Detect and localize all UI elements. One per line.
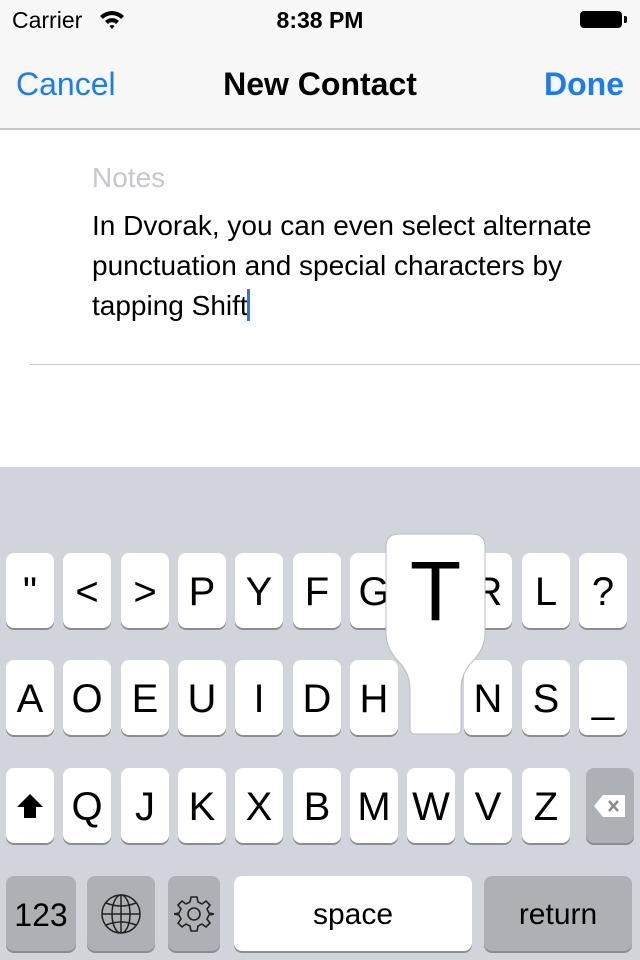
key-row3-5[interactable]: M <box>350 768 398 843</box>
divider <box>30 364 640 365</box>
key-row2-9[interactable]: S <box>522 660 570 735</box>
globe-icon <box>87 893 155 935</box>
key-row1-3[interactable]: P <box>178 553 226 628</box>
navigation-bar: Cancel New Contact Done <box>0 40 640 130</box>
cancel-button[interactable]: Cancel <box>16 66 116 103</box>
key-row1-9[interactable]: L <box>522 553 570 628</box>
done-button[interactable]: Done <box>544 66 624 103</box>
key-row1-5[interactable]: F <box>293 553 341 628</box>
key-row3-0[interactable]: Q <box>63 768 111 843</box>
settings-key[interactable] <box>168 876 220 951</box>
key-row2-2[interactable]: E <box>121 660 169 735</box>
key-row2-3[interactable]: U <box>178 660 226 735</box>
key-row3-2[interactable]: K <box>178 768 226 843</box>
notes-field[interactable]: In Dvorak, you can even select alternate… <box>92 206 612 326</box>
gear-icon <box>168 894 220 934</box>
numbers-key[interactable]: 123 <box>6 876 76 951</box>
backspace-icon <box>586 794 634 818</box>
space-key[interactable]: space <box>234 876 472 951</box>
notes-label: Notes <box>92 162 166 193</box>
text-cursor <box>246 289 250 321</box>
shift-arrow-icon <box>6 792 54 820</box>
key-row2-1[interactable]: O <box>63 660 111 735</box>
globe-key[interactable] <box>87 876 155 951</box>
key-row3-6[interactable]: W <box>407 768 455 843</box>
key-row2-4[interactable]: I <box>235 660 283 735</box>
key-row3-8[interactable]: Z <box>522 768 570 843</box>
clock: 8:38 PM <box>276 7 364 33</box>
key-row1-1[interactable]: < <box>63 553 111 628</box>
key-row2-10[interactable]: _ <box>579 660 627 735</box>
key-popup <box>385 533 486 735</box>
key-row2-0[interactable]: A <box>6 660 54 735</box>
key-row3-3[interactable]: X <box>235 768 283 843</box>
key-row1-0[interactable]: " <box>6 553 54 628</box>
shift-key[interactable] <box>6 768 54 843</box>
key-row2-5[interactable]: D <box>293 660 341 735</box>
key-row3-1[interactable]: J <box>121 768 169 843</box>
key-row3-7[interactable]: V <box>464 768 512 843</box>
key-row1-4[interactable]: Y <box>235 553 283 628</box>
battery-icon <box>580 11 622 28</box>
key-row3-4[interactable]: B <box>293 768 341 843</box>
key-row1-2[interactable]: > <box>121 553 169 628</box>
status-bar: Carrier 8:38 PM <box>0 0 640 40</box>
notes-value: In Dvorak, you can even select alternate… <box>92 210 592 321</box>
key-row1-10[interactable]: ? <box>579 553 627 628</box>
battery-tip <box>624 16 627 23</box>
return-key[interactable]: return <box>484 876 632 951</box>
delete-key[interactable] <box>586 768 634 843</box>
